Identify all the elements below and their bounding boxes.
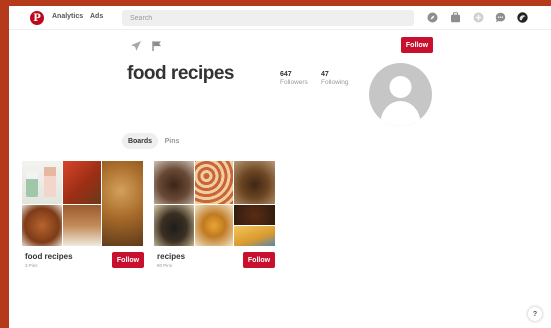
tab-boards[interactable]: Boards bbox=[122, 133, 158, 149]
board-image bbox=[22, 205, 62, 246]
chat-icon[interactable] bbox=[495, 12, 506, 23]
compass-icon[interactable] bbox=[427, 12, 438, 23]
board-image bbox=[195, 205, 233, 246]
following-stat[interactable]: 47 Following bbox=[321, 71, 348, 86]
followers-count: 647 bbox=[280, 71, 292, 78]
followers-stat[interactable]: 647 Followers bbox=[280, 71, 308, 86]
app-window: P Analytics Ads Follow food recipes 647 … bbox=[9, 6, 551, 328]
board-cover[interactable] bbox=[22, 161, 143, 246]
flag-icon[interactable] bbox=[151, 39, 163, 51]
board-cover[interactable] bbox=[154, 161, 275, 246]
board-image bbox=[154, 161, 194, 204]
nav-ads[interactable]: Ads bbox=[90, 13, 103, 20]
followers-label: Followers bbox=[280, 79, 308, 86]
follow-profile-button[interactable]: Follow bbox=[401, 37, 433, 53]
profile-name: food recipes bbox=[127, 63, 234, 84]
user-avatar-icon[interactable] bbox=[517, 12, 528, 23]
board-image bbox=[234, 205, 275, 225]
top-bar: P Analytics Ads bbox=[9, 6, 551, 30]
board-image bbox=[195, 161, 233, 204]
board-title[interactable]: recipes bbox=[157, 252, 185, 261]
board-image bbox=[22, 161, 62, 204]
board-title[interactable]: food recipes bbox=[25, 252, 73, 261]
board-pin-count: 80 Pins bbox=[157, 263, 173, 268]
board-image bbox=[102, 161, 143, 246]
following-count: 47 bbox=[321, 71, 329, 78]
following-label: Following bbox=[321, 79, 349, 86]
briefcase-icon[interactable] bbox=[450, 12, 461, 23]
tab-pins[interactable]: Pins bbox=[159, 133, 185, 149]
follow-board-button[interactable]: Follow bbox=[112, 252, 144, 268]
nav-analytics[interactable]: Analytics bbox=[52, 13, 83, 20]
board-image bbox=[154, 205, 194, 246]
board-image bbox=[234, 161, 275, 204]
help-button[interactable]: ? bbox=[528, 307, 542, 321]
default-avatar-icon bbox=[380, 76, 421, 126]
pinterest-logo-icon[interactable]: P bbox=[30, 11, 44, 25]
board-pin-count: 3 Pins bbox=[25, 263, 38, 268]
send-icon[interactable] bbox=[130, 39, 142, 51]
search-input[interactable] bbox=[122, 10, 414, 26]
plus-icon[interactable] bbox=[473, 12, 484, 23]
board-image bbox=[63, 161, 101, 204]
board-image bbox=[63, 205, 101, 246]
profile-avatar bbox=[369, 63, 432, 126]
board-image bbox=[234, 226, 275, 246]
follow-board-button[interactable]: Follow bbox=[243, 252, 275, 268]
